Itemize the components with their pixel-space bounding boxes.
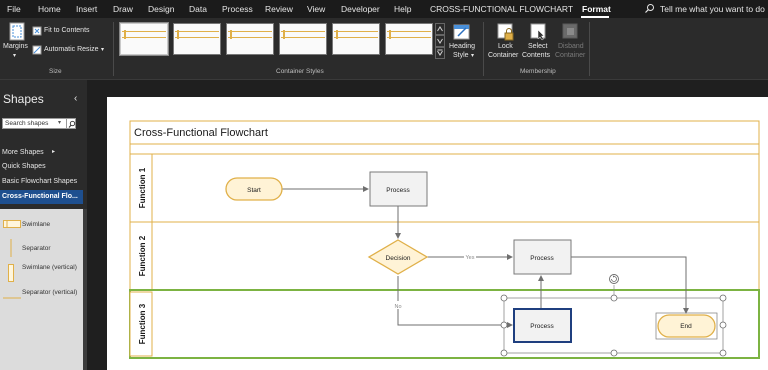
phase-header[interactable] — [129, 143, 760, 155]
lane-label-2: Function 2 — [138, 235, 147, 276]
end-label: End — [680, 323, 692, 330]
visio-window: File Home Insert Draw Design Data Proces… — [0, 0, 768, 370]
swimlane-2[interactable] — [129, 221, 760, 291]
rotate-handle-icon[interactable] — [609, 274, 619, 284]
process-label-1: Process — [386, 187, 410, 194]
connector-label-yes: Yes — [466, 255, 475, 261]
process-label-2: Process — [530, 255, 554, 262]
diagram-title: Cross-Functional Flowchart — [134, 127, 268, 139]
start-label: Start — [247, 187, 261, 194]
lane-label-1: Function 1 — [138, 167, 147, 208]
swimlane-1[interactable] — [129, 153, 760, 223]
decision-label: Decision — [386, 255, 411, 262]
flowchart-diagram: Cross-Functional Flowchart Function 1 Fu… — [129, 120, 760, 359]
process-label-3: Process — [530, 323, 554, 330]
connector-label-no: No — [394, 304, 401, 310]
lane-label-3: Function 3 — [138, 303, 147, 344]
